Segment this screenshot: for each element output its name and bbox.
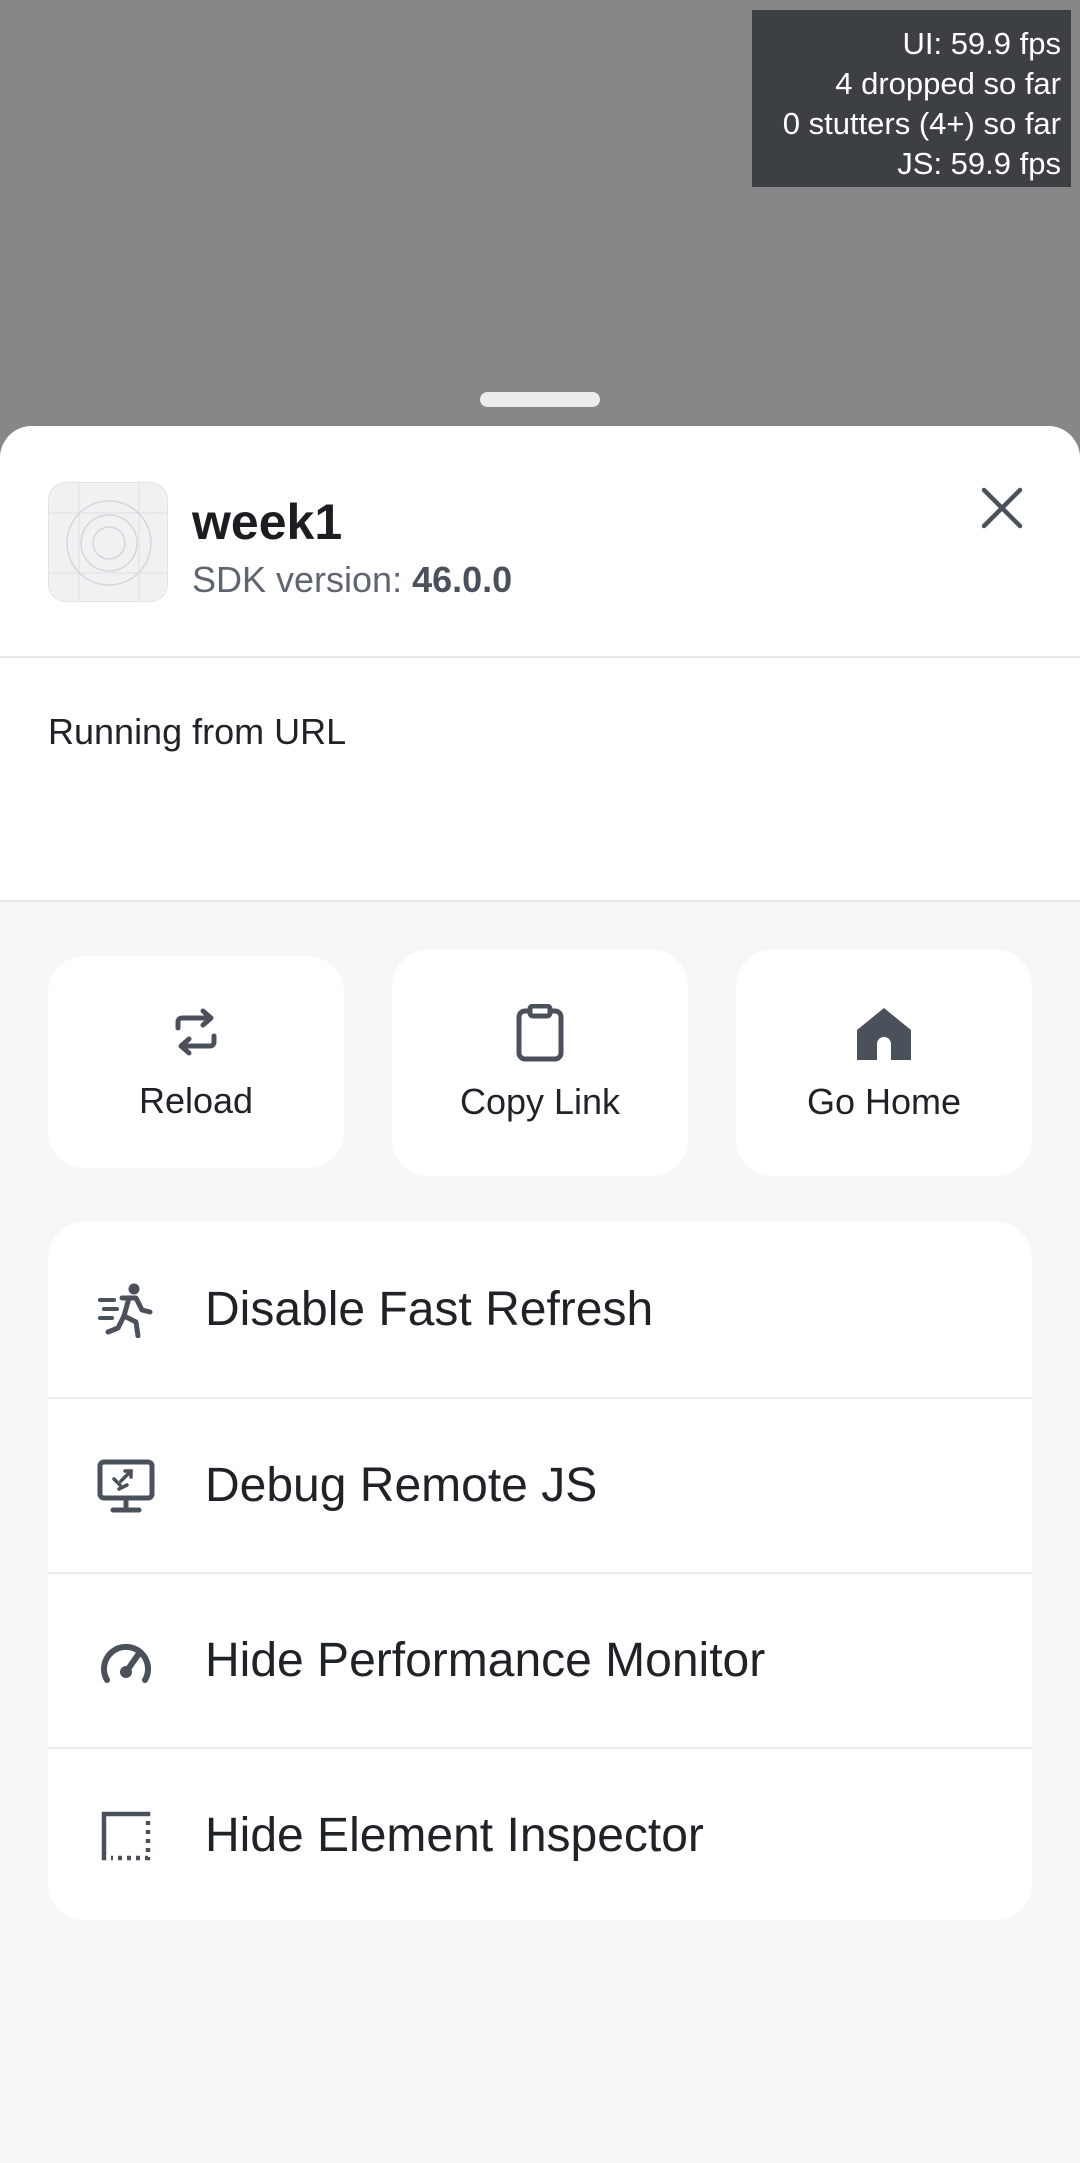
perf-js-fps: JS: 59.9 fps — [897, 146, 1061, 181]
running-person-icon — [98, 1283, 153, 1338]
app-name: week1 — [192, 494, 343, 550]
remote-debug-icon — [97, 1459, 155, 1512]
clipboard-icon — [516, 1004, 564, 1062]
sheet-drag-handle[interactable] — [480, 392, 600, 407]
speedometer-icon — [101, 1643, 151, 1683]
debug-remote-js-label: Debug Remote JS — [205, 1458, 598, 1512]
perf-dropped-frames: 4 dropped so far — [835, 66, 1061, 101]
home-icon — [857, 1008, 911, 1060]
app-icon — [48, 482, 168, 602]
reload-label: Reload — [138, 1080, 254, 1121]
copy-link-label: Copy Link — [459, 1081, 621, 1122]
go-home-label: Go Home — [806, 1081, 962, 1122]
reload-icon — [175, 1008, 217, 1056]
close-icon — [981, 487, 1023, 529]
reload-button[interactable]: Reload — [48, 956, 344, 1168]
disable-fast-refresh-label: Disable Fast Refresh — [205, 1282, 654, 1336]
sdk-version-value: 46.0.0 — [412, 559, 513, 600]
hide-element-inspector-item[interactable]: Hide Element Inspector — [48, 1747, 1032, 1920]
perf-stutters: 0 stutters (4+) so far — [782, 106, 1061, 141]
performance-monitor: UI: 59.9 fps 4 dropped so far 0 stutters… — [752, 10, 1071, 187]
dev-menu-list: Disable Fast Refresh Debug Remote JS Hid… — [48, 1222, 1032, 1920]
perf-ui-fps: UI: 59.9 fps — [902, 26, 1061, 61]
close-button[interactable] — [970, 476, 1034, 540]
screen: UI: 59.9 fps 4 dropped so far 0 stutters… — [0, 0, 1080, 2163]
hide-performance-monitor-label: Hide Performance Monitor — [205, 1633, 766, 1687]
go-home-button[interactable]: Go Home — [736, 950, 1032, 1176]
app-header: week1 SDK version: 46.0.0 — [0, 426, 1080, 658]
sdk-version: SDK version: 46.0.0 — [192, 558, 512, 602]
hide-performance-monitor-item[interactable]: Hide Performance Monitor — [48, 1572, 1032, 1747]
dev-menu-sheet: week1 SDK version: 46.0.0 Running from U… — [0, 426, 1080, 2163]
copy-link-button[interactable]: Copy Link — [392, 950, 688, 1176]
url-section — [0, 658, 1080, 902]
hide-element-inspector-label: Hide Element Inspector — [205, 1808, 704, 1862]
disable-fast-refresh-item[interactable]: Disable Fast Refresh — [48, 1222, 1032, 1397]
inspector-icon — [101, 1811, 151, 1860]
sdk-version-label: SDK version: — [192, 559, 413, 600]
debug-remote-js-item[interactable]: Debug Remote JS — [48, 1397, 1032, 1572]
running-from-url: Running from URL — [48, 711, 347, 752]
